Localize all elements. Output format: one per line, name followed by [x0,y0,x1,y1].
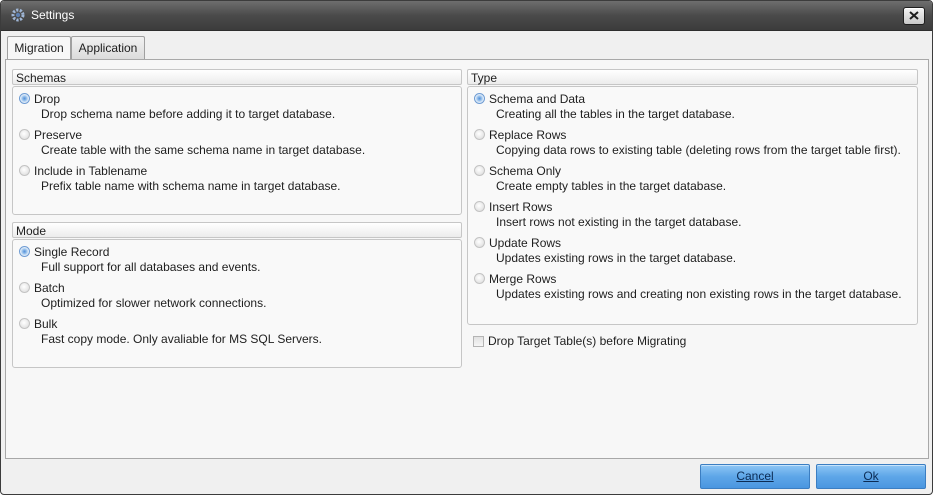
option-description: Fast copy mode. Only avaliable for MS SQ… [41,332,322,346]
schemas-group-title: Schemas [12,69,462,85]
drop-target-tables-label: Drop Target Table(s) before Migrating [488,334,687,348]
option-label: Preserve [34,128,83,142]
cancel-button[interactable]: Cancel [700,464,810,489]
radio-preserve[interactable] [19,129,30,140]
option-description: Insert rows not existing in the target d… [496,215,742,229]
option-description: Create empty tables in the target databa… [496,179,727,193]
option-description: Copying data rows to existing table (del… [496,143,901,157]
option-description: Updates existing rows and creating non e… [496,287,902,301]
radio-batch[interactable] [19,282,30,293]
schemas-group: Drop Drop schema name before adding it t… [12,86,462,215]
drop-target-tables-checkbox[interactable] [473,336,484,347]
option-label: Insert Rows [489,200,553,214]
option-description: Drop schema name before adding it to tar… [41,107,336,121]
migration-tab-panel: Schemas Drop Drop schema name before add… [5,59,929,459]
radio-update-rows[interactable] [474,237,485,248]
radio-single-record[interactable] [19,246,30,257]
option-label: Replace Rows [489,128,567,142]
option-description: Creating all the tables in the target da… [496,107,735,121]
settings-dialog: Settings Migration Application Schemas D… [0,0,933,495]
type-group-title: Type [467,69,918,85]
option-description: Full support for all databases and event… [41,260,261,274]
option-label: Merge Rows [489,272,557,286]
option-description: Create table with the same schema name i… [41,143,366,157]
title-bar[interactable]: Settings [1,1,932,31]
mode-group-title: Mode [12,222,462,238]
radio-schema-only[interactable] [474,165,485,176]
option-description: Prefix table name with schema name in ta… [41,179,341,193]
option-label: Schema Only [489,164,562,178]
radio-schema-and-data[interactable] [474,93,485,104]
ok-button[interactable]: Ok [816,464,926,489]
option-label: Bulk [34,317,58,331]
radio-bulk[interactable] [19,318,30,329]
window-title: Settings [31,8,75,22]
option-label: Drop [34,92,61,106]
radio-replace-rows[interactable] [474,129,485,140]
close-button[interactable] [903,7,925,25]
radio-merge-rows[interactable] [474,273,485,284]
option-description: Optimized for slower network connections… [41,296,267,310]
tab-migration[interactable]: Migration [7,36,71,61]
gear-icon [10,7,26,23]
option-description: Updates existing rows in the target data… [496,251,737,265]
option-label: Single Record [34,245,110,259]
radio-include-in-tablename[interactable] [19,165,30,176]
tab-application[interactable]: Application [71,36,145,59]
radio-drop[interactable] [19,93,30,104]
radio-insert-rows[interactable] [474,201,485,212]
option-label: Batch [34,281,65,295]
option-label: Update Rows [489,236,562,250]
option-label: Schema and Data [489,92,586,106]
type-group: Schema and Data Creating all the tables … [467,86,918,325]
mode-group: Single Record Full support for all datab… [12,239,462,368]
close-icon [909,11,919,20]
option-label: Include in Tablename [34,164,148,178]
